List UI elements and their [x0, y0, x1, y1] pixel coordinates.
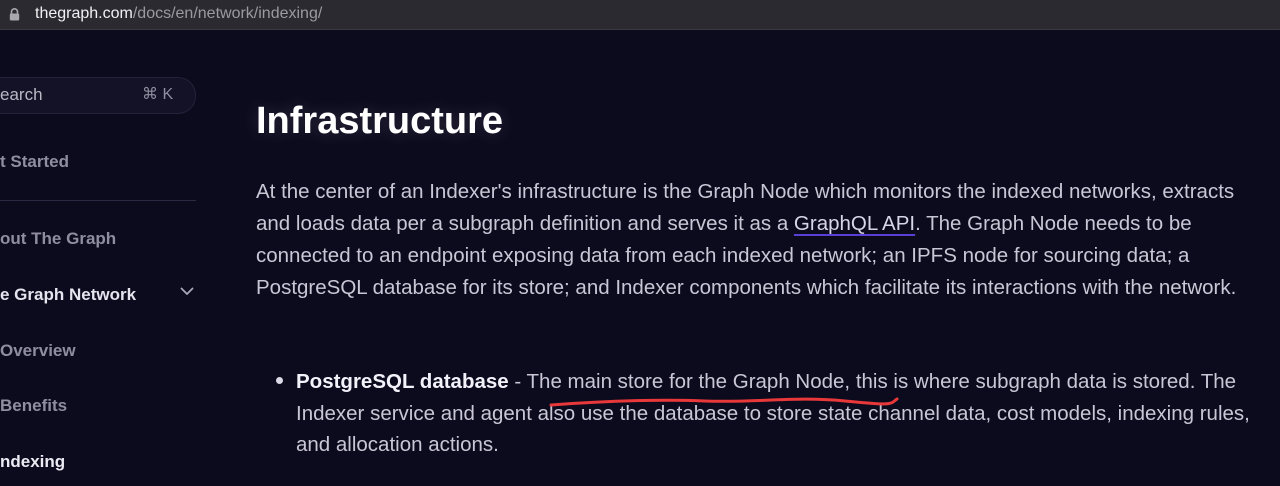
url-path: /docs/en/network/indexing/ [132, 5, 323, 22]
url-host: thegraph.com [35, 5, 133, 22]
main-content: Infrastructure At the center of an Index… [0, 30, 1280, 486]
url-text[interactable]: thegraph.com/docs/en/network/indexing/ [35, 4, 322, 24]
bullet-dot [276, 377, 283, 384]
browser-url-bar[interactable]: thegraph.com/docs/en/network/indexing/ [0, 0, 1280, 30]
bullet-title: PostgreSQL database [296, 370, 509, 393]
intro-paragraph: At the center of an Indexer's infrastruc… [256, 176, 1266, 304]
lock-icon [9, 8, 20, 21]
graphql-api-link[interactable]: GraphQL API [794, 212, 915, 235]
page-heading: Infrastructure [256, 100, 504, 142]
bullet-item-postgresql: PostgreSQL database - The main store for… [296, 366, 1271, 461]
